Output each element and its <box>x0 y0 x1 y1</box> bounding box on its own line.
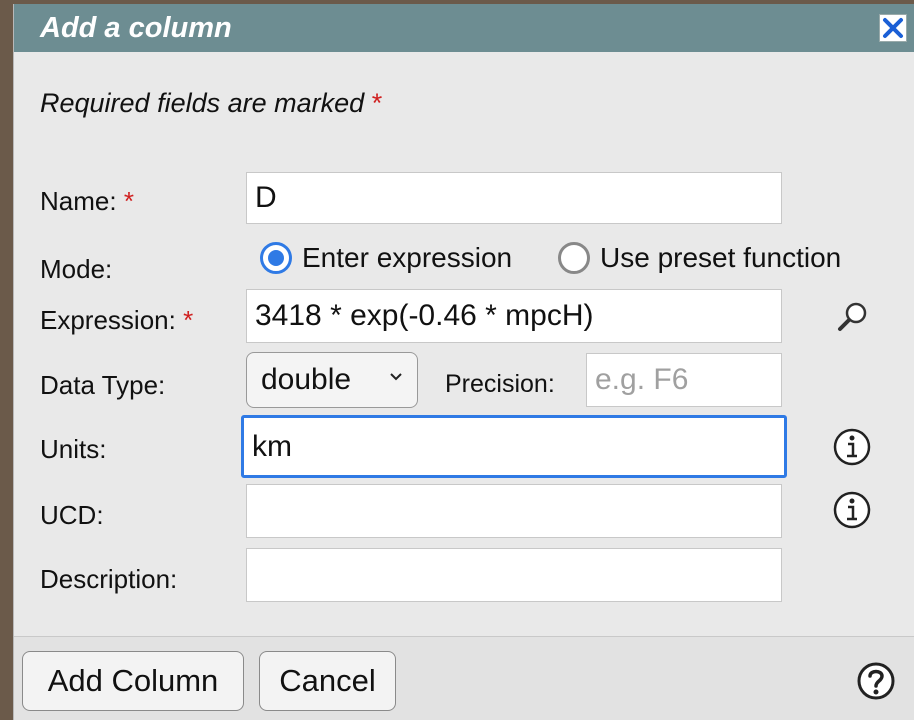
required-note: Required fields are marked * <box>40 88 383 118</box>
datatype-select[interactable]: double <box>246 352 418 408</box>
required-marker: * <box>123 186 134 216</box>
help-icon[interactable] <box>856 661 896 701</box>
required-marker: * <box>371 88 383 118</box>
units-field[interactable] <box>241 415 787 478</box>
cancel-button[interactable]: Cancel <box>259 651 396 711</box>
ucd-label: UCD: <box>40 500 104 530</box>
mode-label: Mode: <box>40 254 113 284</box>
ucd-field[interactable] <box>246 484 782 538</box>
name-label: Name: * <box>40 186 134 216</box>
required-marker: * <box>183 305 194 335</box>
info-icon[interactable] <box>832 427 872 467</box>
units-label: Units: <box>40 434 107 464</box>
add-column-dialog: Add a column Required fields are marked … <box>13 4 914 720</box>
expression-field[interactable] <box>246 289 782 343</box>
datatype-label: Data Type: <box>40 370 166 400</box>
mode-preset-function-radio[interactable]: Use preset function <box>558 242 841 274</box>
close-icon <box>883 18 903 38</box>
dialog-footer: Add Column Cancel <box>14 636 914 720</box>
precision-label: Precision: <box>445 370 555 398</box>
mode-enter-expression-radio[interactable]: Enter expression <box>260 242 512 274</box>
chevron-down-icon <box>390 373 402 381</box>
search-icon[interactable] <box>836 300 870 334</box>
close-button[interactable] <box>879 14 907 42</box>
add-column-button[interactable]: Add Column <box>22 651 244 711</box>
expression-label: Expression: * <box>40 305 194 335</box>
precision-field[interactable] <box>586 353 782 407</box>
radio-unchecked[interactable] <box>558 242 590 274</box>
description-label: Description: <box>40 564 178 594</box>
description-field[interactable] <box>246 548 782 602</box>
radio-checked[interactable] <box>260 242 292 274</box>
info-icon[interactable] <box>832 490 872 530</box>
dialog-titlebar[interactable]: Add a column <box>14 4 914 52</box>
dialog-title: Add a column <box>40 12 232 44</box>
name-field[interactable] <box>246 172 782 224</box>
